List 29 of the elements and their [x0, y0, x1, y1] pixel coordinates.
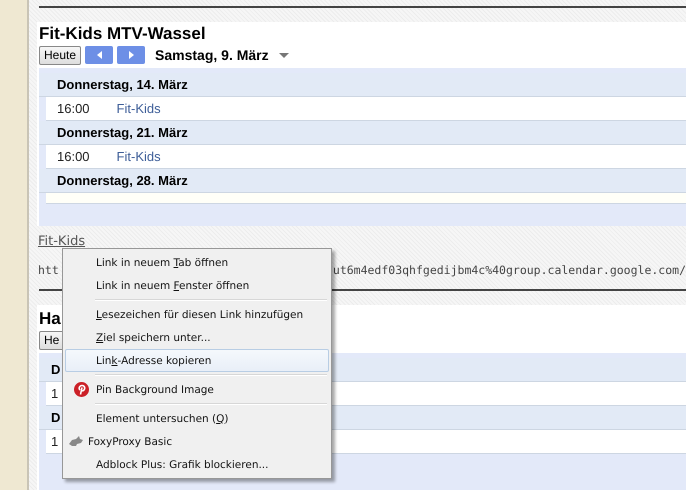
menu-item[interactable]: Ziel speichern unter... — [65, 326, 329, 349]
menu-item[interactable]: Lesezeichen für diesen Link hinzufügen — [65, 303, 329, 326]
event-time: 16:00 — [56, 100, 90, 118]
url-text: ut6m4edf03qhfgedijbm4c%40group.calendar.google.com/ — [332, 263, 686, 277]
event-link[interactable]: Fit-Kids — [116, 97, 161, 120]
calendar-title: Fit-Kids MTV-Wassel — [39, 24, 206, 44]
today-button[interactable]: Heute — [39, 46, 82, 64]
url-text: htt — [38, 263, 59, 277]
previous-button[interactable] — [85, 46, 114, 64]
menu-item[interactable]: Link in neuem Fenster öffnen — [65, 274, 329, 297]
menu-item[interactable]: Adblock Plus: Grafik blockieren... — [65, 453, 329, 476]
dropdown-caret-icon — [278, 52, 289, 58]
next-button[interactable] — [117, 46, 146, 64]
menu-item[interactable]: Link in neuem Tab öffnen — [65, 251, 329, 274]
event-link[interactable]: Fit-Kids — [116, 145, 161, 168]
right-arrow-icon — [126, 49, 136, 61]
calendar-title: Ha — [39, 309, 61, 329]
menu-item[interactable]: FoxyProxy Basic — [65, 430, 329, 453]
menu-item[interactable]: Link-Adresse kopieren — [65, 349, 329, 372]
animal-icon — [68, 434, 83, 449]
pin-logo-icon — [74, 382, 88, 397]
left-arrow-icon — [94, 49, 104, 61]
link[interactable]: Fit-Kids — [38, 234, 86, 249]
event-time: 1 — [50, 433, 58, 451]
today-button[interactable]: He — [39, 330, 64, 350]
date-dropdown[interactable]: Samstag, 9. März — [149, 47, 269, 63]
menu-item[interactable]: Element untersuchen (Q) — [65, 407, 329, 430]
event-time: 16:00 — [56, 148, 90, 166]
event-time: 1 — [50, 385, 58, 403]
